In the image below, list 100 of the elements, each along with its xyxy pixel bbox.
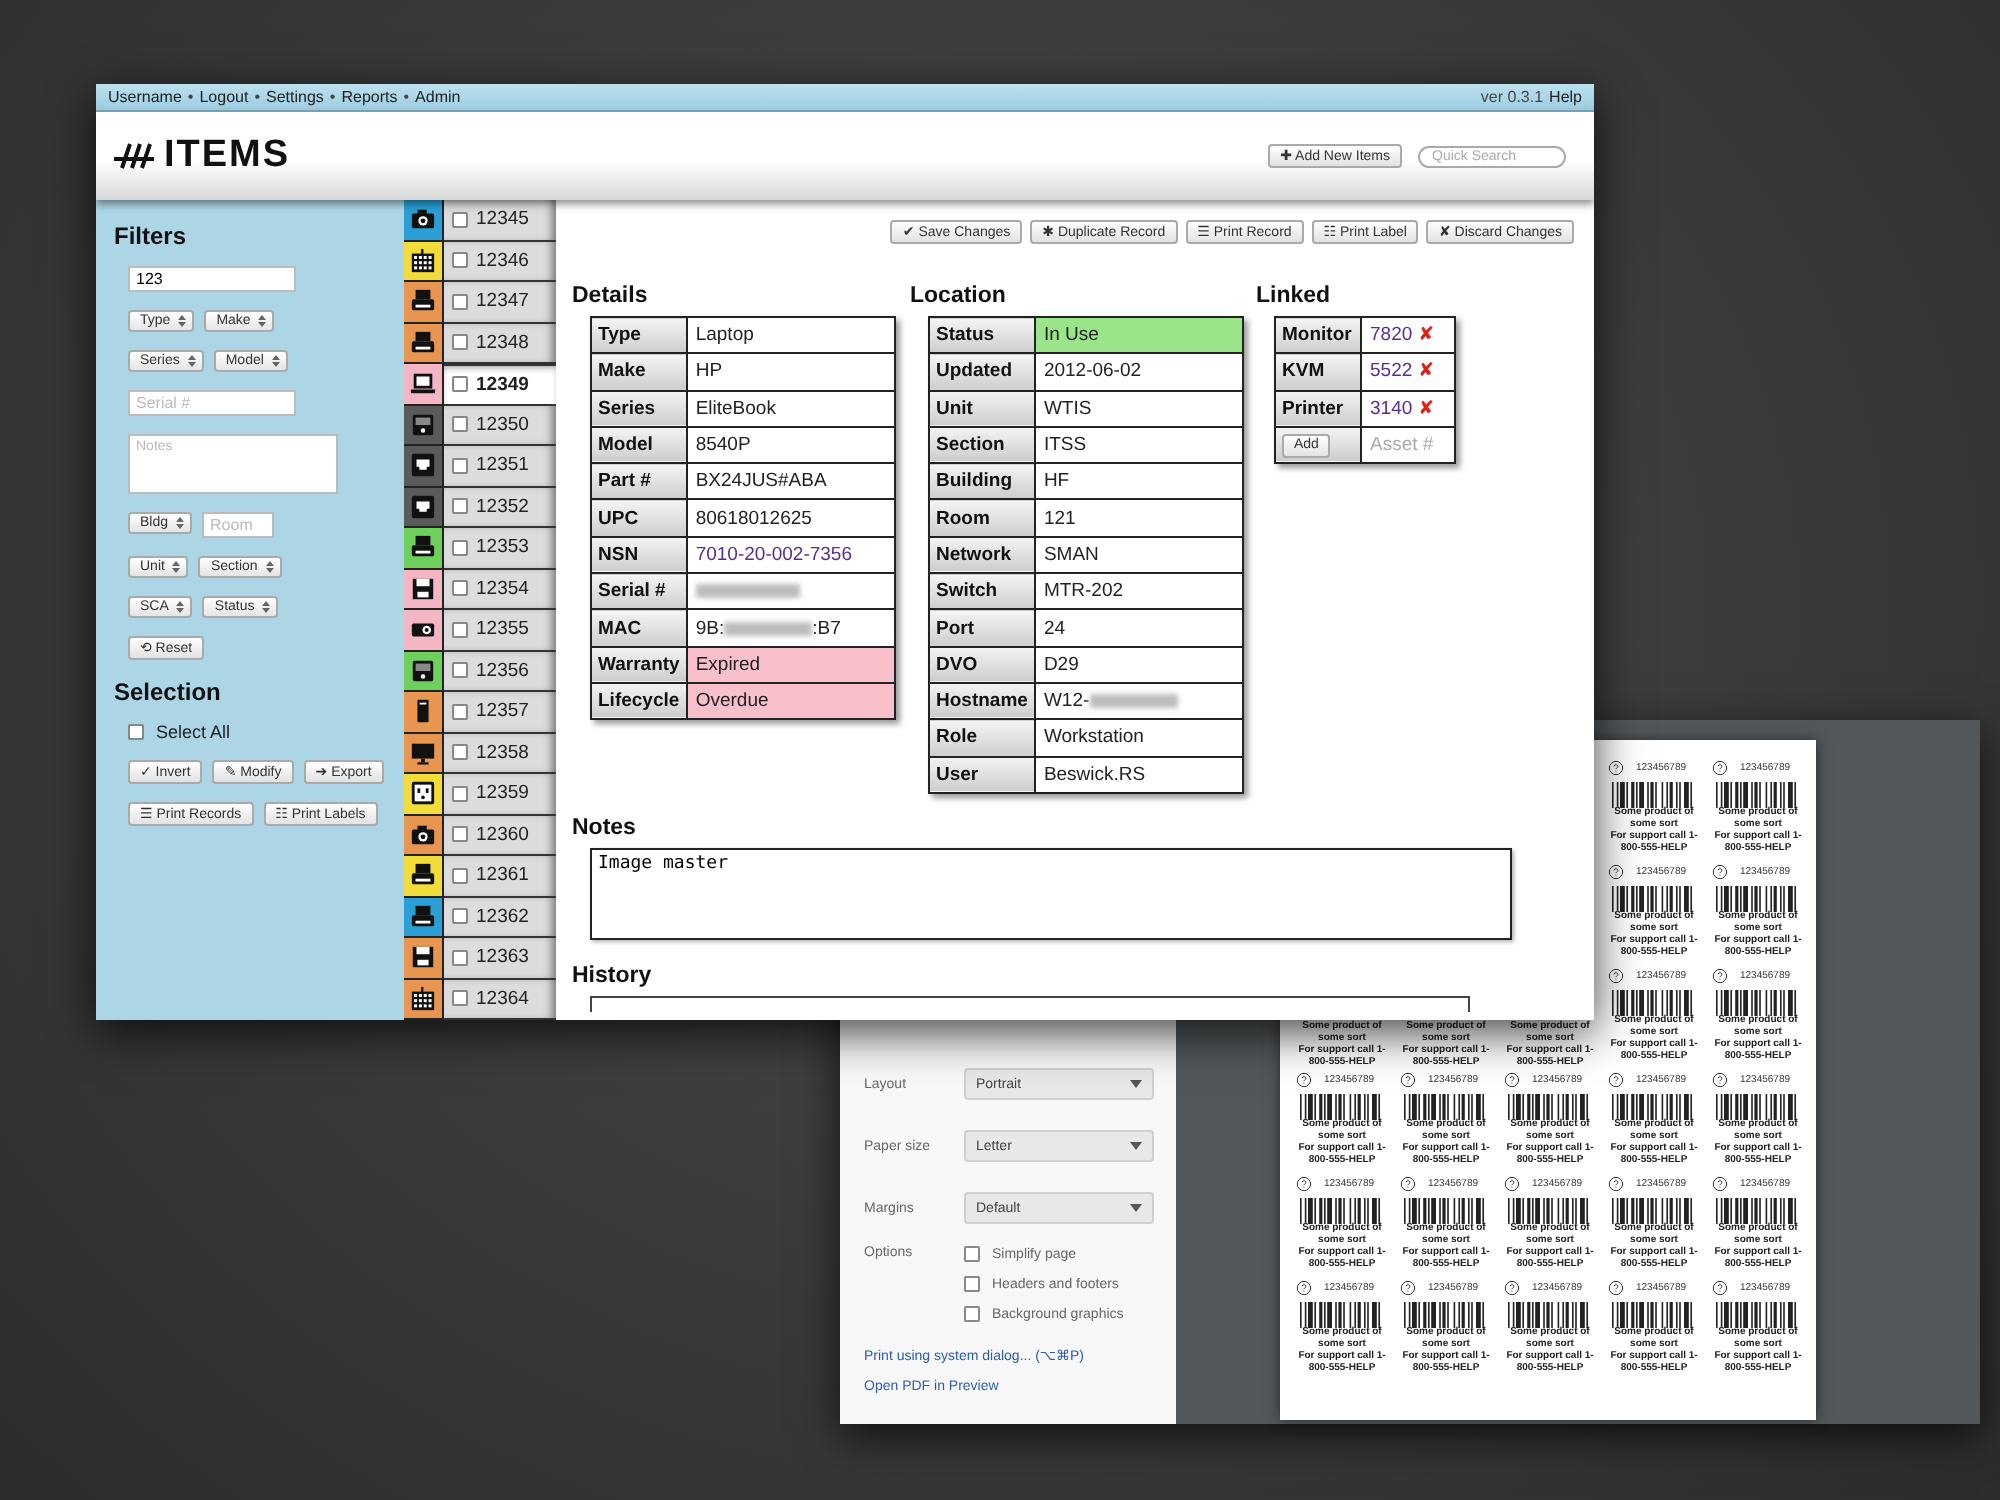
section-title: Linked (1256, 284, 1333, 308)
barcode (1716, 990, 1800, 1016)
item-row[interactable]: 12355 (444, 610, 556, 651)
item-checkbox[interactable] (452, 457, 468, 474)
select-all-checkbox[interactable] (128, 724, 144, 740)
option-checkbox[interactable] (964, 1306, 980, 1322)
item-number: 12345 (476, 208, 529, 231)
item-checkbox[interactable] (452, 662, 468, 679)
item-row[interactable]: 12358 (444, 733, 556, 774)
floppy-icon (410, 575, 436, 602)
help-icon (1712, 1175, 1728, 1191)
caret-icon (1130, 1142, 1142, 1150)
filter-field[interactable]: Serial # (128, 390, 296, 416)
item-checkbox[interactable] (452, 785, 468, 802)
asset-link[interactable]: 7820 (1370, 324, 1413, 347)
version-text: ver 0.3.1 (1480, 88, 1544, 106)
item-row[interactable]: 12356 (444, 651, 556, 692)
field-label: Lifecycle (591, 682, 687, 720)
floppy-icon (410, 944, 436, 971)
help-link[interactable]: Help (1549, 88, 1582, 106)
item-checkbox[interactable] (452, 908, 468, 925)
item-checkbox[interactable] (452, 416, 468, 433)
field-label: Monitor (1275, 317, 1361, 354)
option-checkbox[interactable] (964, 1276, 980, 1292)
item-row[interactable]: 12357 (444, 692, 556, 733)
help-icon (1608, 1279, 1624, 1295)
nav-link[interactable]: Logout (199, 88, 249, 106)
item-row[interactable]: 12350 (444, 405, 556, 446)
item-checkbox[interactable] (452, 990, 468, 1007)
help-icon (1712, 759, 1728, 775)
item-row[interactable]: 12346 (444, 241, 556, 282)
item-row[interactable]: 12348 (444, 323, 556, 364)
asset-input[interactable]: Asset # (1370, 434, 1446, 457)
asset-field[interactable]: Asset # (1361, 426, 1455, 464)
help-icon (1296, 1175, 1312, 1191)
item-row[interactable]: 12362 (444, 897, 556, 938)
item-row[interactable]: 12345 (444, 200, 556, 241)
item-row[interactable]: 12347 (444, 282, 556, 323)
item-row[interactable]: 12351 (444, 446, 556, 487)
field-value: In Use (1034, 317, 1243, 354)
item-checkbox[interactable] (452, 376, 468, 393)
item-row[interactable]: 12364 (444, 979, 556, 1020)
nav-link[interactable]: Admin (415, 88, 461, 106)
nav-link[interactable]: Settings (266, 88, 324, 106)
remove-button[interactable]: ✘ (1418, 360, 1435, 383)
item-row[interactable]: 12361 (444, 856, 556, 897)
field-label: KVM (1275, 353, 1361, 391)
item-checkbox[interactable] (452, 580, 468, 597)
help-icon (1712, 1071, 1728, 1087)
remove-button[interactable]: ✘ (1418, 397, 1435, 420)
asset-link[interactable]: 3140 (1370, 397, 1413, 420)
item-checkbox[interactable] (452, 621, 468, 638)
item-number: 12352 (476, 495, 529, 518)
filter-field[interactable]: 123 (128, 266, 296, 292)
item-checkbox[interactable] (452, 826, 468, 843)
item-checkbox[interactable] (452, 949, 468, 966)
item-row[interactable]: 12352 (444, 487, 556, 528)
barcode (1612, 782, 1696, 808)
item-row[interactable]: 12353 (444, 528, 556, 569)
item-checkbox[interactable] (452, 334, 468, 351)
field-label: Status (929, 317, 1035, 354)
section-title: Filters (114, 222, 189, 250)
item-checkbox[interactable] (452, 744, 468, 761)
item-checkbox[interactable] (452, 867, 468, 884)
item-checkbox[interactable] (452, 211, 468, 228)
nav-link[interactable]: Reports (341, 88, 398, 106)
item-row[interactable]: 12359 (444, 774, 556, 815)
updown-icon (258, 314, 267, 328)
notes-field[interactable]: Image master (590, 847, 1512, 940)
item-checkbox[interactable] (452, 539, 468, 556)
value-link[interactable]: 7010-20-002-7356 (686, 536, 895, 574)
item-row[interactable]: 12360 (444, 815, 556, 856)
barcode (1612, 1302, 1696, 1328)
barcode (1716, 1302, 1800, 1328)
field-value: Workstation (1034, 719, 1243, 757)
filter-field[interactable]: Room (202, 512, 275, 538)
item-row[interactable]: 12349 (444, 364, 556, 405)
field-label: Part # (591, 463, 687, 500)
remove-button[interactable]: ✘ (1418, 324, 1435, 347)
item-row[interactable]: 12363 (444, 938, 556, 979)
item-checkbox[interactable] (452, 703, 468, 720)
updown-icon (176, 600, 185, 614)
field-value: 80618012625 (686, 499, 895, 537)
item-number: 12354 (476, 577, 529, 600)
drive-icon (410, 657, 436, 684)
field-value: 24 (1034, 609, 1243, 647)
asset-link[interactable]: 5522 (1370, 360, 1413, 383)
option-checkbox[interactable] (964, 1246, 980, 1262)
updown-icon (265, 560, 274, 574)
field-value: HP (686, 353, 895, 391)
field-label: DVO (929, 646, 1035, 683)
item-checkbox[interactable] (452, 252, 468, 269)
help-icon (1400, 1279, 1416, 1295)
item-number: 12361 (476, 864, 529, 887)
nav-link[interactable]: Username (108, 88, 182, 106)
item-checkbox[interactable] (452, 293, 468, 310)
laptop-icon (410, 370, 436, 397)
help-icon (1608, 1175, 1624, 1191)
item-row[interactable]: 12354 (444, 569, 556, 610)
item-checkbox[interactable] (452, 498, 468, 515)
